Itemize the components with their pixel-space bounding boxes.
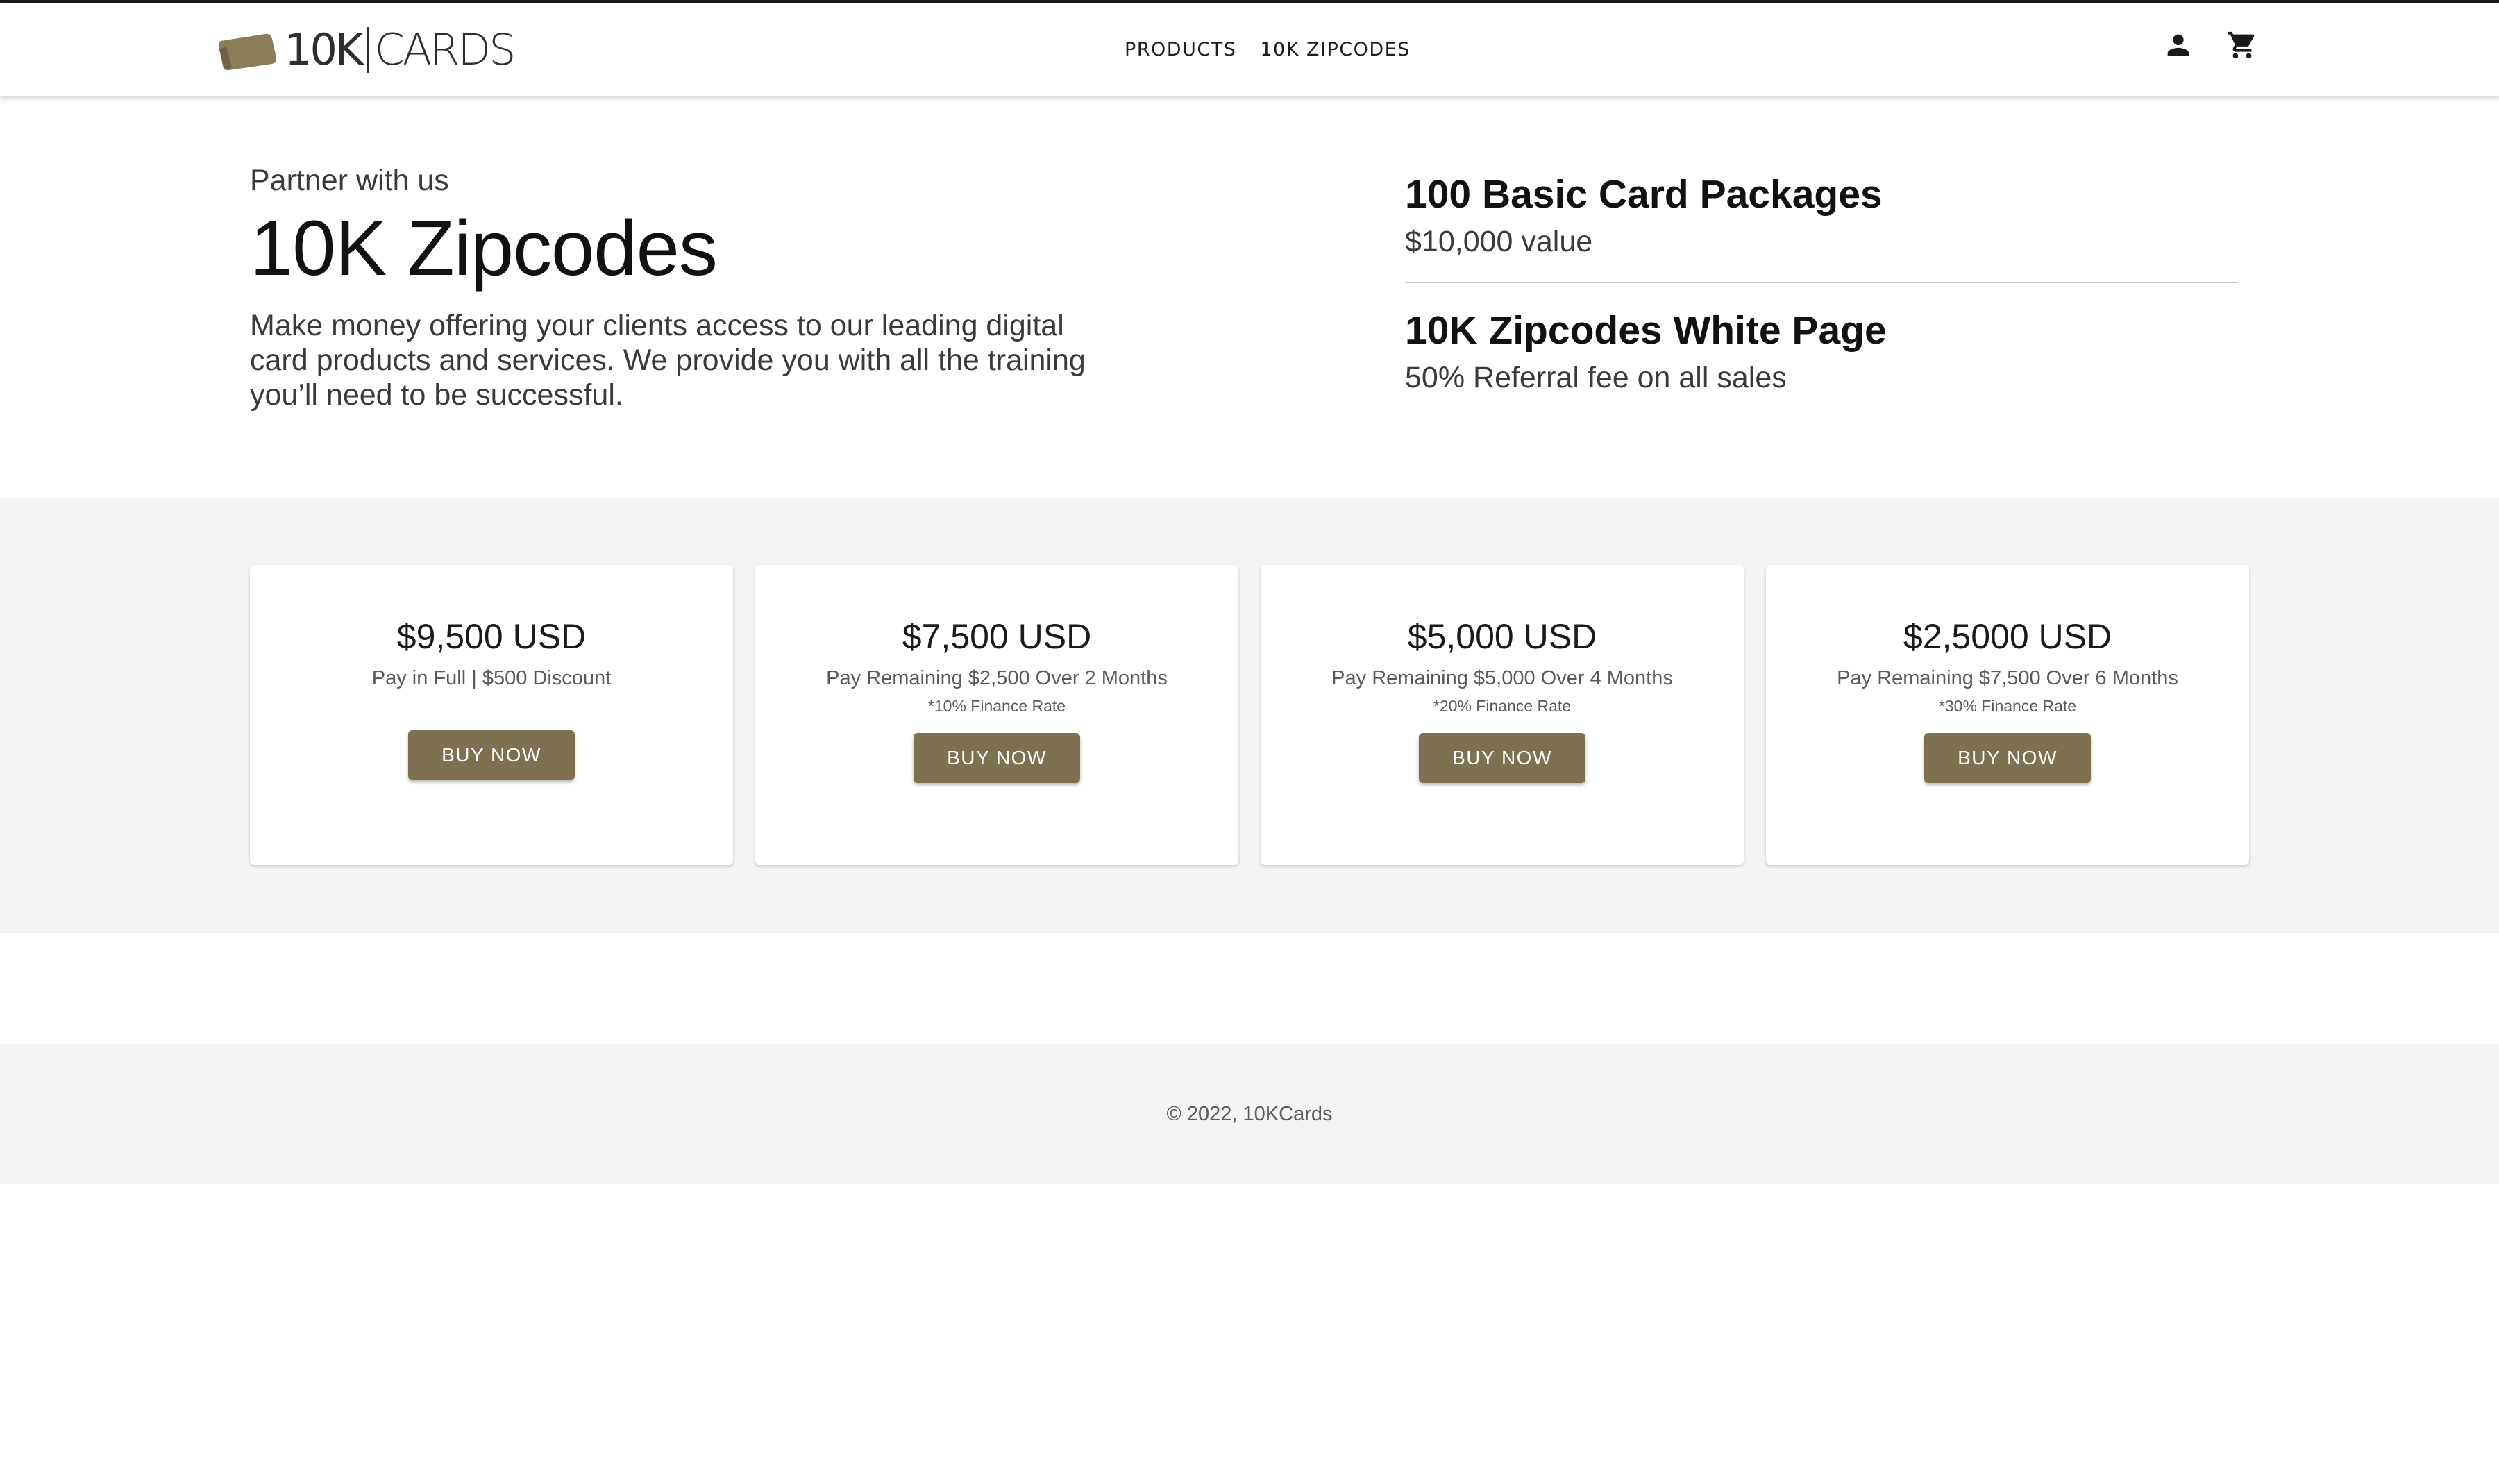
buy-now-button[interactable]: BUY NOW [1924,733,2091,783]
hero-eyebrow: Partner with us [250,164,449,197]
nav-10k-zipcodes[interactable]: 10K ZIPCODES [1260,39,1410,60]
offer-divider [1405,282,2238,283]
logo-suffix: CARDS [374,24,516,75]
buy-now-button[interactable]: BUY NOW [408,730,575,780]
logo-separator [367,27,369,73]
pricing-section: $9,500 USD Pay in Full | $500 Discount B… [0,498,2499,933]
cart-icon[interactable] [2226,29,2258,61]
plan-price: $2,5000 USD [1903,617,2112,656]
offer-subtitle-card-packages: $10,000 value [1405,225,1593,258]
offer-title-card-packages: 100 Basic Card Packages [1405,172,1883,217]
page-title: 10K Zipcodes [250,205,718,292]
buy-now-button[interactable]: BUY NOW [1419,733,1585,783]
hero-description: Make money offering your clients access … [250,309,1086,412]
site-header: 10K CARDS PRODUCTS 10K ZIPCODES [0,3,2499,96]
logo-prefix: 10K [285,24,364,75]
plan-terms: Pay Remaining $7,500 Over 6 Months [1837,667,2178,689]
plan-price: $7,500 USD [902,617,1092,656]
plan-terms: Pay in Full | $500 Discount [371,667,612,689]
offer-list: 100 Basic Card Packages $10,000 value 10… [1405,169,2238,397]
copyright: © 2022, 10KCards [1166,1103,1333,1125]
cards-logo-icon [218,33,277,71]
pricing-card: $9,500 USD Pay in Full | $500 Discount B… [250,565,733,865]
logo[interactable]: 10K CARDS [217,22,516,78]
buy-now-button[interactable]: BUY NOW [914,733,1080,783]
nav-products[interactable]: PRODUCTS [1125,39,1236,60]
hero-intro: Partner with us 10K Zipcodes Make money … [250,161,1086,412]
plan-finance-rate: *10% Finance Rate [927,697,1066,715]
header-icons [2162,29,2258,61]
plan-terms: Pay Remaining $2,500 Over 2 Months [826,667,1168,689]
pricing-card: $2,5000 USD Pay Remaining $7,500 Over 6 … [1766,565,2249,865]
pricing-card: $7,500 USD Pay Remaining $2,500 Over 2 M… [755,565,1238,865]
plan-finance-rate: *30% Finance Rate [1938,697,2077,715]
pricing-card: $5,000 USD Pay Remaining $5,000 Over 4 M… [1261,565,1744,865]
plan-finance-rate: *20% Finance Rate [1433,697,1572,715]
account-icon[interactable] [2162,29,2194,61]
offer-title-white-page: 10K Zipcodes White Page [1405,308,1887,353]
main-nav: PRODUCTS 10K ZIPCODES [1125,3,1411,96]
logo-text: 10K CARDS [285,24,516,75]
plan-price: $5,000 USD [1407,617,1597,656]
offer-subtitle-white-page: 50% Referral fee on all sales [1405,361,1787,394]
site-footer: © 2022, 10KCards [0,1044,2499,1184]
plan-price: $9,500 USD [396,617,587,656]
plan-terms: Pay Remaining $5,000 Over 4 Months [1331,667,1673,689]
